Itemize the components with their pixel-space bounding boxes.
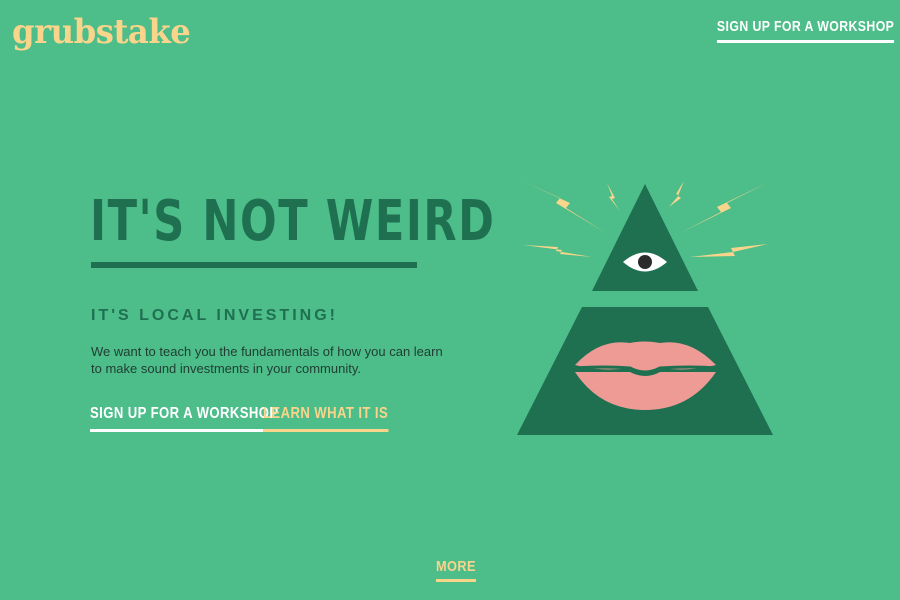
pyramid-top-icon — [592, 184, 698, 291]
pyramid-illustration — [517, 181, 773, 435]
hero-divider — [91, 262, 417, 268]
landing-page: grubstake SIGN UP FOR A WORKSHOP IT'S NO… — [0, 0, 900, 600]
header-signup-link[interactable]: SIGN UP FOR A WORKSHOP — [716, 18, 894, 43]
learn-what-it-is-link[interactable]: LEARN WHAT IT IS — [263, 405, 389, 432]
signup-workshop-link[interactable]: SIGN UP FOR A WORKSHOP — [90, 405, 279, 432]
hero-subtitle: IT'S LOCAL INVESTING! — [91, 307, 338, 324]
hero-description: We want to teach you the fundamentals of… — [91, 344, 443, 376]
logo[interactable]: grubstake — [12, 10, 191, 54]
more-link[interactable]: MORE — [436, 558, 476, 582]
hero-title: IT'S NOT WEIRD — [90, 189, 496, 254]
